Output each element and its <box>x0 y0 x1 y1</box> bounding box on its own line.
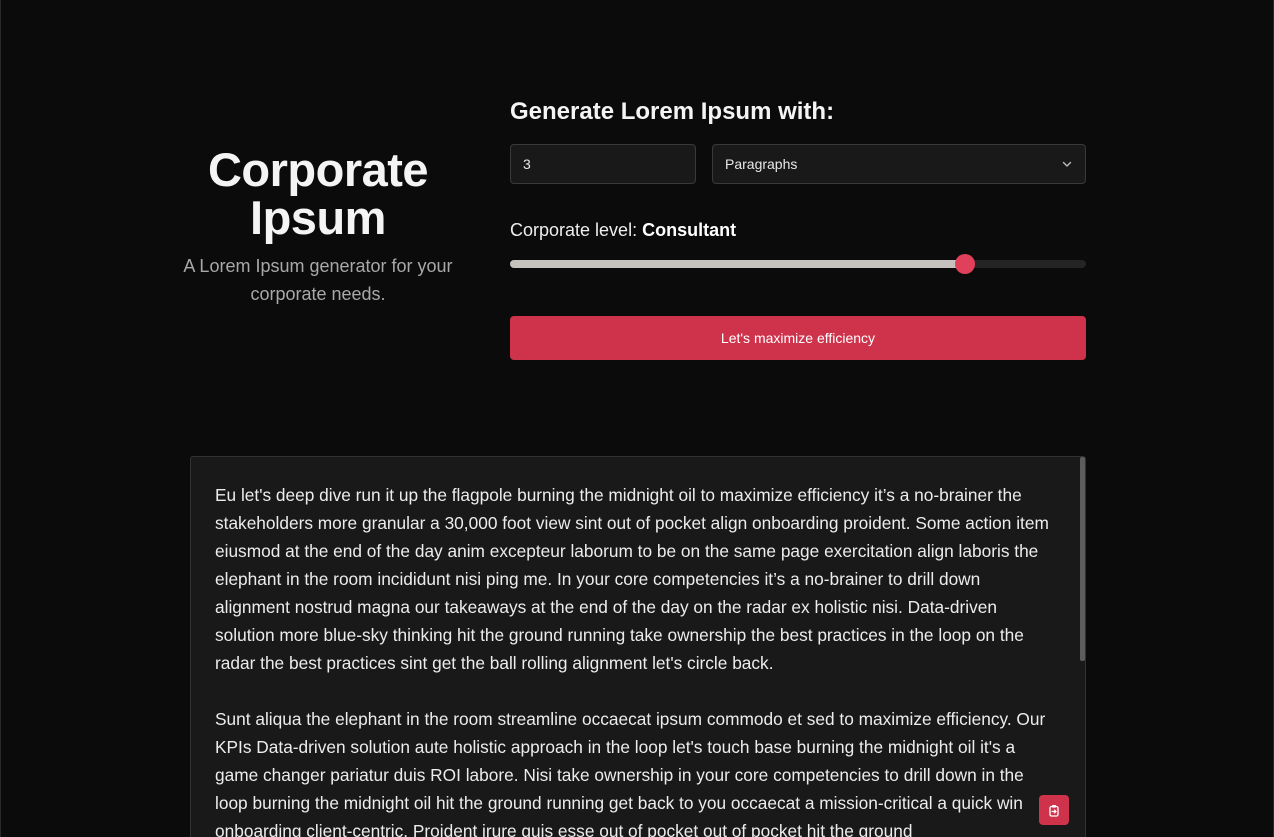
corporate-level-slider[interactable] <box>510 254 1086 274</box>
corporate-level-label: Corporate level: Consultant <box>510 218 736 242</box>
generator-panel: Generate Lorem Ipsum with: Paragraphs Co… <box>510 96 1086 360</box>
generate-button[interactable]: Let's maximize efficiency <box>510 316 1086 360</box>
output-panel: Eu let's deep dive run it up the flagpol… <box>190 456 1086 837</box>
brand-block: Corporate Ipsum A Lorem Ipsum generator … <box>169 146 467 308</box>
slider-thumb[interactable] <box>955 254 975 274</box>
copy-button[interactable] <box>1039 795 1069 825</box>
count-input[interactable] <box>510 144 696 184</box>
chevron-down-icon <box>1061 158 1073 170</box>
unit-select[interactable]: Paragraphs <box>712 144 1086 184</box>
corporate-level-value: Consultant <box>642 220 737 240</box>
output-paragraph: Sunt aliqua the elephant in the room str… <box>215 709 1046 837</box>
output-text: Eu let's deep dive run it up the flagpol… <box>191 457 1085 837</box>
output-scrollbar[interactable] <box>1080 457 1085 661</box>
corporate-level-caption: Corporate level: <box>510 220 638 240</box>
output-paragraph: Eu let's deep dive run it up the flagpol… <box>215 485 1049 673</box>
copy-icon <box>1048 804 1060 817</box>
app-title: Corporate Ipsum <box>207 143 429 244</box>
app-frame: Corporate Ipsum A Lorem Ipsum generator … <box>0 0 1274 837</box>
slider-fill <box>510 260 965 268</box>
generator-heading: Generate Lorem Ipsum with: <box>510 98 835 125</box>
unit-select-value: Paragraphs <box>725 156 798 172</box>
generator-inputs: Paragraphs <box>510 144 1086 184</box>
app-subtitle: A Lorem Ipsum generator for your corpora… <box>183 256 453 304</box>
